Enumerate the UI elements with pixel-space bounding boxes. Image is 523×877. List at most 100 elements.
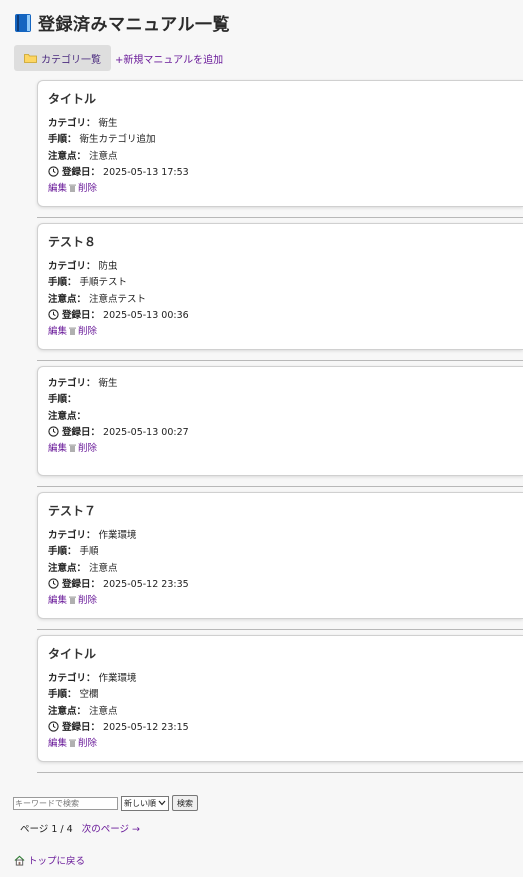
category-label: カテゴリ： xyxy=(48,261,96,272)
book-icon xyxy=(15,13,31,32)
divider xyxy=(37,360,523,361)
notes-label: 注意点： xyxy=(48,293,87,305)
manual-list: タイトル カテゴリ： 衛生 手順： 衛生カテゴリ追加 注意点： 注意点 登録日： 202… xyxy=(37,80,523,778)
card-actions: 編集 削除 xyxy=(48,736,523,752)
divider xyxy=(37,772,523,773)
registered-label: 登録日： xyxy=(62,426,101,438)
category-list-button[interactable]: カテゴリ一覧 xyxy=(14,45,111,71)
category-label: カテゴリ： xyxy=(48,378,96,389)
manual-title: テスト８ xyxy=(48,235,97,249)
category-row: カテゴリ： 作業環境 xyxy=(48,528,523,544)
category-row: カテゴリ： 作業環境 xyxy=(48,671,523,687)
manual-title: タイトル xyxy=(48,92,97,106)
registered-date: 2025-05-13 00:36 xyxy=(103,309,189,321)
steps-label: 手順： xyxy=(48,689,77,701)
card-actions: 編集 削除 xyxy=(48,181,523,197)
manual-card: カテゴリ： 衛生手順： 注意点： 登録日： 2025-05-13 00:27 編集… xyxy=(37,366,523,476)
notes-row: 注意点： 注意点テスト xyxy=(48,292,523,308)
edit-link[interactable]: 編集 xyxy=(48,183,67,194)
date-row: 登録日： 2025-05-12 23:35 xyxy=(48,577,523,593)
edit-link[interactable]: 編集 xyxy=(48,738,67,749)
card-actions: 編集 削除 xyxy=(48,324,523,340)
trash-icon xyxy=(69,739,77,748)
steps-row: 手順： 空欄 xyxy=(48,687,523,703)
steps-label: 手順： xyxy=(48,277,77,289)
category-value: 作業環境 xyxy=(98,530,137,541)
delete-link[interactable]: 削除 xyxy=(78,326,97,337)
steps-row: 手順： 衛生カテゴリ追加 xyxy=(48,132,523,148)
sort-select[interactable]: 新しい順 xyxy=(121,795,169,811)
manual-title: タイトル xyxy=(48,647,97,661)
page-header: 登録済みマニュアル一覧 xyxy=(14,10,230,35)
category-label: カテゴリ： xyxy=(48,530,96,541)
edit-link[interactable]: 編集 xyxy=(48,326,67,337)
category-value: 衛生 xyxy=(98,118,118,129)
action-bar: カテゴリ一覧 +新規マニュアルを追加 xyxy=(14,45,223,71)
steps-label: 手順： xyxy=(48,394,77,406)
steps-label: 手順： xyxy=(48,546,77,558)
steps-value: 手順 xyxy=(79,546,99,558)
edit-link[interactable]: 編集 xyxy=(48,443,67,454)
clock-icon xyxy=(48,721,59,732)
registered-label: 登録日： xyxy=(62,578,101,590)
delete-link[interactable]: 削除 xyxy=(78,183,97,194)
manual-card: タイトル カテゴリ： 作業環境 手順： 空欄 注意点： 注意点 登録日： 2025-05… xyxy=(37,635,523,762)
back-to-top-label: トップに戻る xyxy=(28,856,86,867)
search-button[interactable]: 検索 xyxy=(172,795,198,811)
divider xyxy=(37,217,523,218)
category-row: カテゴリ： 防虫 xyxy=(48,259,523,275)
trash-icon xyxy=(69,596,77,605)
trash-icon xyxy=(69,327,77,336)
registered-label: 登録日： xyxy=(62,166,101,178)
manual-title: テスト７ xyxy=(48,504,97,518)
registered-label: 登録日： xyxy=(62,309,101,321)
notes-row: 注意点： 注意点 xyxy=(48,704,523,720)
delete-link[interactable]: 削除 xyxy=(78,738,97,749)
delete-link[interactable]: 削除 xyxy=(78,443,97,454)
steps-value: 空欄 xyxy=(79,689,99,701)
card-actions: 編集 削除 xyxy=(48,593,523,609)
delete-link[interactable]: 削除 xyxy=(78,595,97,606)
notes-row: 注意点： 注意点 xyxy=(48,561,523,577)
manual-card: テスト７ カテゴリ： 作業環境 手順： 手順 注意点： 注意点 登録日： 2025-05… xyxy=(37,492,523,619)
search-bar: 新しい順 検索 xyxy=(13,795,198,811)
clock-icon xyxy=(48,578,59,589)
home-icon xyxy=(14,855,25,866)
steps-value: 衛生カテゴリ追加 xyxy=(79,134,156,146)
notes-row: 注意点： xyxy=(48,409,523,425)
trash-icon xyxy=(69,184,77,193)
registered-date: 2025-05-13 00:27 xyxy=(103,426,189,438)
registered-date: 2025-05-12 23:15 xyxy=(103,721,189,733)
back-to-top-link[interactable]: トップに戻る xyxy=(14,853,85,867)
clock-icon xyxy=(48,166,59,177)
divider xyxy=(37,486,523,487)
notes-value: 注意点 xyxy=(89,150,118,162)
sort-select-value: 新しい順 xyxy=(124,798,156,808)
category-value: 作業環境 xyxy=(98,673,137,684)
notes-row: 注意点： 注意点 xyxy=(48,149,523,165)
trash-icon xyxy=(69,444,77,453)
notes-label: 注意点： xyxy=(48,150,87,162)
category-label: カテゴリ： xyxy=(48,673,96,684)
next-page-link[interactable]: 次のページ → xyxy=(82,824,140,835)
add-manual-link[interactable]: +新規マニュアルを追加 xyxy=(115,51,223,66)
notes-value: 注意点 xyxy=(89,562,118,574)
manual-card: テスト８ カテゴリ： 防虫 手順： 手順テスト 注意点： 注意点テスト 登録日： 202… xyxy=(37,223,523,350)
edit-link[interactable]: 編集 xyxy=(48,595,67,606)
category-row: カテゴリ： 衛生 xyxy=(48,376,523,392)
category-row: カテゴリ： 衛生 xyxy=(48,116,523,132)
notes-label: 注意点： xyxy=(48,410,87,422)
steps-row: 手順： 手順テスト xyxy=(48,275,523,291)
steps-label: 手順： xyxy=(48,134,77,146)
chevron-down-icon xyxy=(158,800,166,806)
notes-label: 注意点： xyxy=(48,705,87,717)
registered-date: 2025-05-13 17:53 xyxy=(103,166,189,178)
notes-label: 注意点： xyxy=(48,562,87,574)
clock-icon xyxy=(48,426,59,437)
page-status: ページ 1 / 4 xyxy=(20,824,73,835)
search-input[interactable] xyxy=(13,796,118,810)
date-row: 登録日： 2025-05-13 00:36 xyxy=(48,308,523,324)
date-row: 登録日： 2025-05-12 23:15 xyxy=(48,720,523,736)
date-row: 登録日： 2025-05-13 00:27 xyxy=(48,425,523,441)
category-label: カテゴリ： xyxy=(48,118,96,129)
